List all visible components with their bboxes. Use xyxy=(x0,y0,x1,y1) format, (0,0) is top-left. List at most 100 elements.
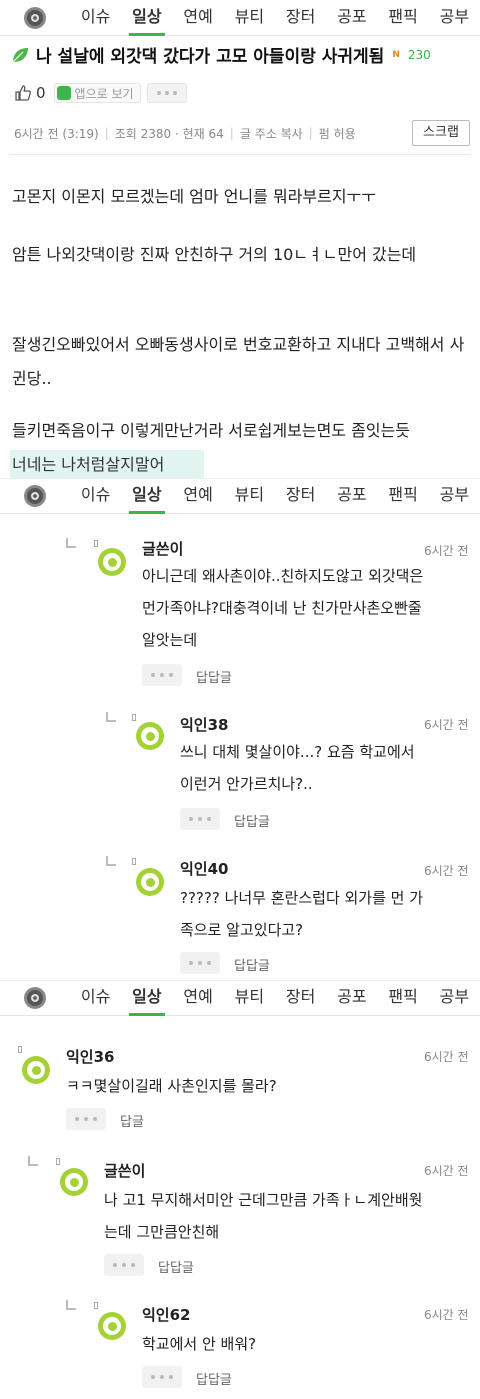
category-tab-bar: 이슈 일상 연예 뷰티 장터 공포 팬픽 공부 xyxy=(0,478,480,514)
tab-market[interactable]: 장터 xyxy=(275,0,326,36)
post-views: 조회 2380 · 현재 64 xyxy=(114,126,224,141)
comment-author: 익인62 xyxy=(142,1306,191,1324)
reply-arrow-icon xyxy=(66,1300,76,1310)
copy-url-link[interactable]: 글 주소 복사 xyxy=(240,125,303,142)
reply-link[interactable]: 답답글 xyxy=(196,667,232,686)
open-in-app-label: 앱으로 보기 xyxy=(74,86,134,101)
reply-arrow-icon xyxy=(66,538,76,548)
avatar xyxy=(98,1312,126,1340)
tab-horror[interactable]: 공포 xyxy=(326,478,377,514)
avatar xyxy=(136,868,164,896)
comment-author: 글쓴이 xyxy=(142,540,184,558)
comment-more-button[interactable] xyxy=(142,664,182,686)
comment-time: 6시간 전 xyxy=(424,864,469,878)
avatar xyxy=(22,1056,50,1084)
comment-mark-icon xyxy=(132,714,136,721)
tab-beauty[interactable]: 뷰티 xyxy=(224,980,275,1016)
post-body-line: 들키면죽음이구 이렇게만난거라 서로쉽게보는면도 좀잇는듯 xyxy=(12,421,410,440)
post-body-line: 암튼 나외갓댁이랑 진짜 안친하구 거의 10ㄴㅕㄴ만어 갔는데 xyxy=(12,245,417,264)
tab-daily[interactable]: 일상 xyxy=(121,980,172,1016)
comment-more-button[interactable] xyxy=(104,1254,144,1276)
repost-permission: 펌 허용 xyxy=(318,126,356,141)
tab-issue[interactable]: 이슈 xyxy=(70,478,121,514)
tab-fanfic[interactable]: 팬픽 xyxy=(378,478,429,514)
app-icon xyxy=(56,86,71,100)
scrap-button[interactable]: 스크랩 xyxy=(412,120,470,146)
comment-text: ㅋㅋ몇살이길래 사촌인지를 몰라? xyxy=(66,1077,277,1095)
tab-beauty[interactable]: 뷰티 xyxy=(224,478,275,514)
comment-mark-icon xyxy=(132,858,136,865)
reply-arrow-icon xyxy=(28,1156,38,1166)
comment-text: 알앗는데 xyxy=(142,631,198,649)
comment-text: ????? 나너무 혼란스럽다 외가를 먼 가 xyxy=(180,889,424,907)
tab-entertainment[interactable]: 연예 xyxy=(173,478,224,514)
comment-time: 6시간 전 xyxy=(424,1308,469,1322)
comment-count[interactable]: 230 xyxy=(408,48,431,62)
comment-time: 6시간 전 xyxy=(424,1050,469,1064)
post-title: 나 설날에 외갓댁 갔다가 고모 아들이랑 사귀게됨 xyxy=(36,47,385,67)
comment-text: 학교에서 안 배워? xyxy=(142,1335,257,1353)
comment-text: 족으로 알고있다고? xyxy=(180,921,304,939)
tab-fanfic[interactable]: 팬픽 xyxy=(378,0,429,36)
reply-link[interactable]: 답답글 xyxy=(196,1369,232,1388)
tab-beauty[interactable]: 뷰티 xyxy=(224,0,275,36)
tab-horror[interactable]: 공포 xyxy=(326,980,377,1016)
post-body-line: 잘생긴오빠있어서 오빠동생사이로 번호교환하고 지내다 고백해서 사귄당.. xyxy=(12,335,465,388)
tab-study[interactable]: 공부 xyxy=(429,0,480,36)
tab-market[interactable]: 장터 xyxy=(275,980,326,1016)
comment-more-button[interactable] xyxy=(66,1108,106,1130)
tab-study[interactable]: 공부 xyxy=(429,478,480,514)
settings-gear-icon[interactable] xyxy=(0,478,70,514)
tab-daily[interactable]: 일상 xyxy=(121,0,172,36)
more-options-button[interactable] xyxy=(146,83,187,103)
comment-text: 아니근데 왜사촌이야..친하지도않고 외갓댁은 xyxy=(142,567,424,585)
tab-market[interactable]: 장터 xyxy=(275,478,326,514)
tab-issue[interactable]: 이슈 xyxy=(70,980,121,1016)
reply-link[interactable]: 답글 xyxy=(120,1111,144,1130)
comment-mark-icon xyxy=(18,1046,22,1053)
tab-issue[interactable]: 이슈 xyxy=(70,0,121,36)
post-title-row: 나 설날에 외갓댁 갔다가 고모 아들이랑 사귀게됨 N 230 xyxy=(10,42,470,67)
like-count: 0 xyxy=(36,84,46,102)
reply-link[interactable]: 답답글 xyxy=(234,811,270,830)
comment-mark-icon xyxy=(94,1302,98,1309)
tab-horror[interactable]: 공포 xyxy=(326,0,377,36)
post-body-highlight: 너네는 나처럼살지말어 xyxy=(12,455,165,474)
comment-more-button[interactable] xyxy=(180,952,220,974)
avatar xyxy=(98,548,126,576)
post-actions-row: 0 앱으로 보기 xyxy=(14,82,187,104)
tab-entertainment[interactable]: 연예 xyxy=(173,0,224,36)
tab-daily[interactable]: 일상 xyxy=(121,478,172,514)
comment-time: 6시간 전 xyxy=(424,718,469,732)
avatar xyxy=(136,722,164,750)
comment-more-button[interactable] xyxy=(180,808,220,830)
avatar xyxy=(60,1168,88,1196)
open-in-app-button[interactable]: 앱으로 보기 xyxy=(53,83,141,103)
thumbs-up-icon[interactable] xyxy=(14,84,32,102)
comment-author: 익인40 xyxy=(180,860,229,878)
tab-entertainment[interactable]: 연예 xyxy=(173,980,224,1016)
comment-time: 6시간 전 xyxy=(424,1164,469,1178)
reply-arrow-icon xyxy=(106,856,116,866)
tab-fanfic[interactable]: 팬픽 xyxy=(378,980,429,1016)
comment-time: 6시간 전 xyxy=(424,544,469,558)
comment-text: 이런거 안가르치나?.. xyxy=(180,775,313,793)
reply-link[interactable]: 답답글 xyxy=(234,955,270,974)
post-body-line: 고몬지 이몬지 모르겠는데 엄마 언니를 뭐라부르지ㅜㅜ xyxy=(12,187,376,206)
comment-more-button[interactable] xyxy=(142,1366,182,1388)
reply-link[interactable]: 답답글 xyxy=(158,1257,194,1276)
comment-text: 나 고1 무지해서미안 근데그만큼 가족ㅏㄴ계안배웟 xyxy=(104,1191,423,1209)
tab-study[interactable]: 공부 xyxy=(429,980,480,1016)
reply-arrow-icon xyxy=(106,712,116,722)
comment-author: 익인38 xyxy=(180,716,229,734)
settings-gear-icon[interactable] xyxy=(0,980,70,1016)
settings-gear-icon[interactable] xyxy=(0,0,70,36)
comment-mark-icon xyxy=(94,540,98,547)
post-meta: 6시간 전 (3:19) | 조회 2380 · 현재 64 | 글 주소 복사… xyxy=(14,120,470,146)
comment-text: 먼가족아냐?대충격이네 난 친가만사촌오빤줄 xyxy=(142,599,422,617)
comment-mark-icon xyxy=(56,1158,60,1165)
category-tab-bar: 이슈 일상 연예 뷰티 장터 공포 팬픽 공부 xyxy=(0,980,480,1016)
category-tab-bar: 이슈 일상 연예 뷰티 장터 공포 팬픽 공부 xyxy=(0,0,480,36)
comment-text: 는데 그만큼안친해 xyxy=(104,1223,220,1241)
leaf-icon xyxy=(12,47,28,62)
